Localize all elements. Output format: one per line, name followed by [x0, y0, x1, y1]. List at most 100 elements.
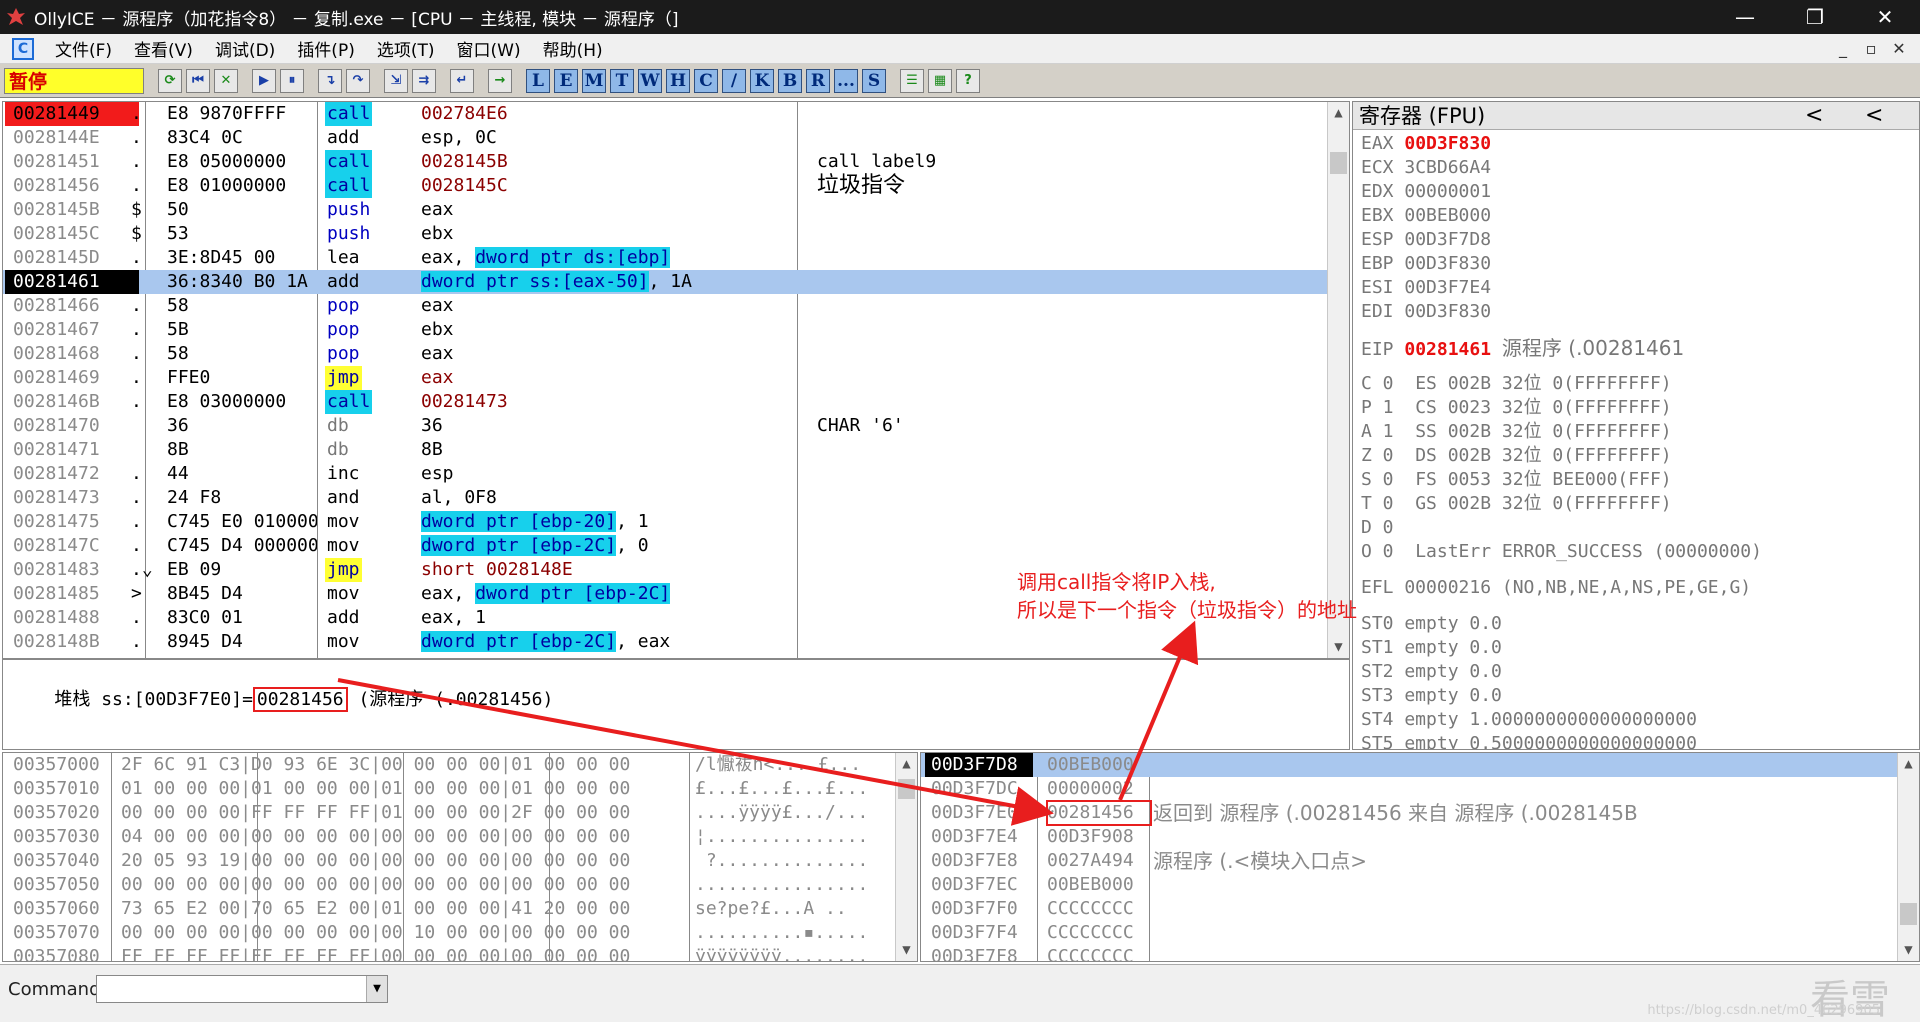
command-dropdown-icon[interactable]: ▼ [366, 976, 387, 1002]
flag-value[interactable]: P 1 [1361, 397, 1394, 418]
stack-value[interactable]: 00000002 [1047, 777, 1134, 801]
dump-bytes[interactable]: 73 65 E2 00|70 65 E2 00|01 00 00 00|41 2… [121, 897, 630, 921]
register-value[interactable]: 00D3F7D8 [1404, 229, 1491, 250]
stack-value[interactable]: 00BEB000 [1047, 753, 1134, 777]
dump-bytes[interactable]: FF FF FF FF|FF FF FF FF|00 00 00 00|00 0… [121, 945, 630, 961]
scroll-down-icon[interactable]: ▼ [896, 939, 917, 961]
flag-row[interactable]: C 0 ES 002B 32位 0(FFFFFFFF) [1361, 372, 1672, 396]
stack-scrollbar[interactable]: ▲ ▼ [1897, 753, 1919, 961]
step-over-icon[interactable]: ↷ [346, 68, 370, 93]
execute-till-return-icon[interactable]: ↵ [450, 68, 474, 93]
command-input[interactable] [96, 975, 388, 1003]
dump-bytes[interactable]: 00 00 00 00|FF FF FF FF|01 00 00 00|2F 0… [121, 801, 630, 825]
dump-bytes[interactable]: 00 00 00 00|00 00 00 00|00 00 00 00|00 0… [121, 873, 630, 897]
trace-over-icon[interactable]: ⇉ [412, 68, 436, 93]
menu-plugins[interactable]: 插件(P) [286, 36, 366, 61]
minimize-button[interactable]: — [1710, 0, 1780, 34]
flag-row[interactable]: A 1 SS 002B 32位 0(FFFFFFFF) [1361, 420, 1672, 444]
run-icon[interactable]: ▶ [252, 68, 276, 93]
eip-value[interactable]: 00281461 [1404, 339, 1491, 360]
scroll-down-icon[interactable]: ▼ [1328, 636, 1349, 658]
stack-row[interactable]: 00D3F7F4 CCCCCCCC [921, 921, 1897, 945]
scroll-up-icon[interactable]: ▲ [1328, 102, 1349, 124]
disasm-row[interactable]: 00281470 36 db 36 CHAR '6' [3, 414, 1333, 438]
stack-row[interactable]: 00D3F7EC 00BEB000 [921, 873, 1897, 897]
log-window-button[interactable]: L [526, 68, 550, 93]
grid-icon[interactable]: ▦ [928, 68, 952, 93]
references-window-button[interactable]: R [806, 68, 830, 93]
fpu-row[interactable]: ST1 empty 0.0 [1361, 636, 1502, 660]
register-value[interactable]: 00BEB000 [1404, 205, 1491, 226]
menu-file[interactable]: 文件(F) [44, 36, 123, 61]
mdi-restore-button[interactable]: ▫ [1860, 39, 1882, 58]
fpu-row[interactable]: ST0 empty 0.0 [1361, 612, 1502, 636]
goto-icon[interactable]: → [488, 68, 512, 93]
stack-value[interactable]: CCCCCCCC [1047, 897, 1134, 921]
register-row[interactable]: EBP 00D3F830 [1361, 252, 1491, 276]
register-value[interactable]: 00D3F7E4 [1404, 277, 1491, 298]
flag-value[interactable]: C 0 [1361, 373, 1394, 394]
flag-row[interactable]: T 0 GS 002B 32位 0(FFFFFFFF) [1361, 492, 1672, 516]
registers-next-button[interactable]: < [1865, 102, 1883, 130]
scroll-up-icon[interactable]: ▲ [896, 753, 917, 775]
patches-window-button[interactable]: / [722, 68, 746, 93]
trace-into-icon[interactable]: ⇲ [384, 68, 408, 93]
menu-window[interactable]: 窗口(W) [446, 36, 532, 61]
disasm-row[interactable]: 00281467. 5B pop ebx [3, 318, 1333, 342]
stack-row[interactable]: 00D3F7E4 00D3F908 [921, 825, 1897, 849]
disasm-row[interactable]: 00281461. 36:8340 B0 1A add dword ptr ss:[e… [3, 270, 1333, 294]
stack-row[interactable]: 00D3F7F8 CCCCCCCC [921, 945, 1897, 961]
scroll-up-icon[interactable]: ▲ [1898, 753, 1919, 775]
disasm-row[interactable]: 0028144E. 83C4 0C add esp, 0C [3, 126, 1333, 150]
disasm-row[interactable]: 00281471 8B db 8B [3, 438, 1333, 462]
disasm-row[interactable]: 00281449. E8 9870FFFF call 002784E6 [3, 102, 1333, 126]
flag-value[interactable]: T 0 [1361, 493, 1394, 514]
stack-row[interactable]: 00D3F7F0 CCCCCCCC [921, 897, 1897, 921]
run-trace-window-button[interactable]: ... [834, 68, 858, 93]
register-row[interactable]: ECX 3CBD66A4 [1361, 156, 1491, 180]
register-value[interactable]: 00D3F830 [1404, 253, 1491, 274]
dump-bytes[interactable]: 20 05 93 19|00 00 00 00|00 00 00 00|00 0… [121, 849, 630, 873]
register-row[interactable]: ESI 00D3F7E4 [1361, 276, 1491, 300]
disasm-row[interactable]: 0028148B. 8945 D4 mov dword ptr [ebp-2C], e… [3, 630, 1333, 654]
stack-value[interactable]: 00D3F908 [1047, 825, 1134, 849]
register-value[interactable]: 3CBD66A4 [1404, 157, 1491, 178]
cpu-window-button[interactable]: C [694, 68, 718, 93]
menu-debug[interactable]: 调试(D) [204, 36, 286, 61]
eip-row[interactable]: EIP 00281461 源程序 (.00281461 [1361, 336, 1684, 360]
fpu-row[interactable]: ST4 empty 1.0000000000000000000 [1361, 708, 1697, 732]
help-icon[interactable]: ? [956, 68, 980, 93]
disasm-row[interactable]: 00281469. FFE0 jmp eax [3, 366, 1333, 390]
disasm-row[interactable]: 0028145B $50 push eax [3, 198, 1333, 222]
list-icon[interactable]: ☰ [900, 68, 924, 93]
disasm-row[interactable]: 0028145C $53 push ebx [3, 222, 1333, 246]
efl-row[interactable]: EFL 00000216 (NO,NB,NE,A,NS,PE,GE,G) [1361, 576, 1751, 600]
close-button[interactable]: ✕ [1850, 0, 1920, 34]
register-row[interactable]: EBX 00BEB000 [1361, 204, 1491, 228]
register-row[interactable]: EAX 00D3F830 [1361, 132, 1491, 156]
disasm-row[interactable]: 00281473. 24 F8 and al, 0F8 [3, 486, 1333, 510]
stack-value[interactable]: 0027A494 [1047, 849, 1134, 873]
rewind-icon[interactable]: ⏮ [186, 68, 210, 93]
register-row[interactable]: EDI 00D3F830 [1361, 300, 1491, 324]
register-row[interactable]: EDX 00000001 [1361, 180, 1491, 204]
registers-prev-button[interactable]: < [1805, 102, 1823, 130]
stack-value[interactable]: CCCCCCCC [1047, 945, 1134, 961]
registers-header[interactable]: 寄存器 (FPU) < < [1353, 102, 1919, 130]
modules-window-button[interactable]: E [554, 68, 578, 93]
dump-bytes[interactable]: 04 00 00 00|00 00 00 00|00 00 00 00|00 0… [121, 825, 630, 849]
callstack-window-button[interactable]: K [750, 68, 774, 93]
stack-row[interactable]: 00D3F7DC 00000002 [921, 777, 1897, 801]
disasm-row[interactable]: 00281466. 58 pop eax [3, 294, 1333, 318]
memory-dump-pane[interactable]: 00357000 2F 6C 91 C3|D0 93 6E 3C|00 00 00… [2, 752, 918, 962]
menu-view[interactable]: 查看(V) [123, 36, 204, 61]
register-row[interactable]: ESP 00D3F7D8 [1361, 228, 1491, 252]
flag-row[interactable]: S 0 FS 0053 32位 BEE000(FFF) [1361, 468, 1672, 492]
flag-row[interactable]: P 1 CS 0023 32位 0(FFFFFFFF) [1361, 396, 1672, 420]
threads-window-button[interactable]: T [610, 68, 634, 93]
dump-scrollbar[interactable]: ▲ ▼ [895, 753, 917, 961]
stack-value[interactable]: 00BEB000 [1047, 873, 1134, 897]
register-value[interactable]: 00D3F830 [1404, 301, 1491, 322]
disasm-row[interactable]: 00281472. 44 inc esp [3, 462, 1333, 486]
fpu-row[interactable]: ST3 empty 0.0 [1361, 684, 1502, 708]
